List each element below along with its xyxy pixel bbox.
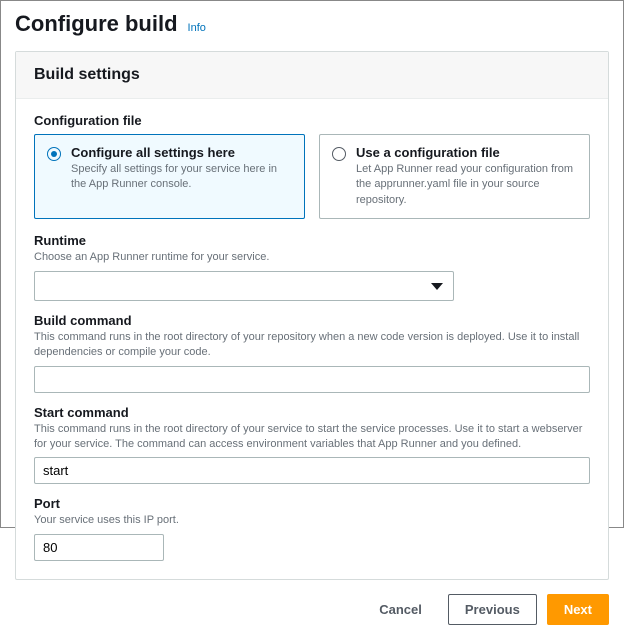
runtime-group: Runtime Choose an App Runner runtime for… <box>34 233 590 301</box>
radio-desc: Let App Runner read your configuration f… <box>356 162 577 208</box>
start-command-input[interactable] <box>34 457 590 484</box>
runtime-desc: Choose an App Runner runtime for your se… <box>34 250 590 265</box>
start-command-group: Start command This command runs in the r… <box>34 405 590 485</box>
radio-icon <box>332 147 346 161</box>
build-command-group: Build command This command runs in the r… <box>34 313 590 393</box>
port-input[interactable] <box>34 534 164 561</box>
port-label: Port <box>34 496 590 511</box>
build-command-desc: This command runs in the root directory … <box>34 330 590 360</box>
radio-use-config-file[interactable]: Use a configuration file Let App Runner … <box>319 134 590 219</box>
info-link[interactable]: Info <box>188 22 206 34</box>
config-file-label: Configuration file <box>34 113 590 128</box>
radio-desc: Specify all settings for your service he… <box>71 162 292 193</box>
radio-configure-here[interactable]: Configure all settings here Specify all … <box>34 134 305 219</box>
radio-title: Configure all settings here <box>71 145 292 160</box>
chevron-down-icon <box>431 283 443 290</box>
port-group: Port Your service uses this IP port. <box>34 496 590 561</box>
radio-text: Configure all settings here Specify all … <box>71 145 292 193</box>
page-header: Configure build Info <box>15 11 609 37</box>
next-button[interactable]: Next <box>547 594 609 625</box>
config-file-options: Configure all settings here Specify all … <box>34 134 590 219</box>
radio-text: Use a configuration file Let App Runner … <box>356 145 577 208</box>
start-command-label: Start command <box>34 405 590 420</box>
page-title: Configure build <box>15 11 178 37</box>
wizard-footer: Cancel Previous Next <box>15 594 609 625</box>
build-settings-panel: Build settings Configuration file Config… <box>15 51 609 580</box>
panel-title: Build settings <box>16 52 608 99</box>
runtime-select[interactable] <box>34 271 454 301</box>
build-command-label: Build command <box>34 313 590 328</box>
radio-title: Use a configuration file <box>356 145 577 160</box>
runtime-label: Runtime <box>34 233 590 248</box>
radio-icon <box>47 147 61 161</box>
build-command-input[interactable] <box>34 366 590 393</box>
cancel-button[interactable]: Cancel <box>363 595 438 624</box>
panel-body: Configuration file Configure all setting… <box>16 99 608 579</box>
previous-button[interactable]: Previous <box>448 594 537 625</box>
port-desc: Your service uses this IP port. <box>34 513 590 528</box>
start-command-desc: This command runs in the root directory … <box>34 422 590 452</box>
